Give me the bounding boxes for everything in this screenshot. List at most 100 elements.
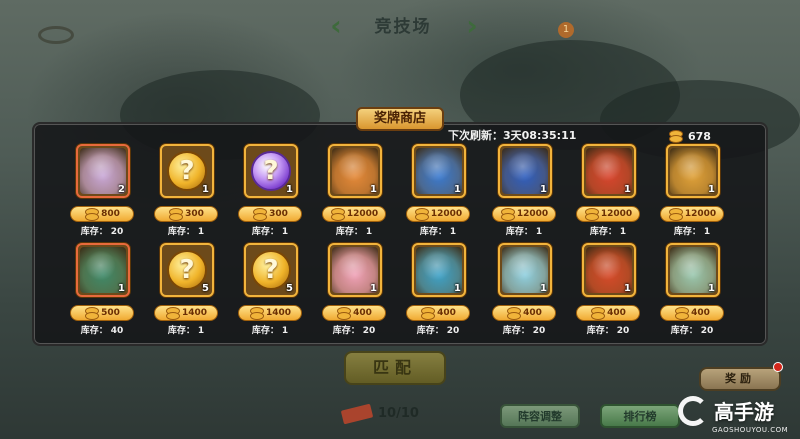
stock-count: 1 (449, 227, 457, 237)
shop-item[interactable]: 1 12000 库存： 1 (482, 144, 566, 240)
shop-item[interactable]: 1 12000 库存： 1 (396, 144, 480, 240)
item-price: 400 (691, 308, 710, 318)
stock-count: 1 (197, 326, 205, 336)
item-stock: 库存： 20 (566, 323, 650, 336)
item-price-button[interactable]: 400 (492, 305, 556, 321)
item-quantity: 5 (286, 283, 293, 294)
item-price: 12000 (600, 209, 633, 219)
medal-coin-icon (84, 208, 100, 221)
item-quantity: 1 (454, 184, 461, 195)
shop-item[interactable]: 1 400 库存： 20 (396, 243, 480, 339)
item-stock: 库存： 1 (144, 323, 228, 336)
refresh-timer: 下次刷新：3天08:35:11 (448, 128, 576, 144)
shop-item[interactable]: 1 400 库存： 20 (482, 243, 566, 339)
item-price-button[interactable]: 400 (660, 305, 724, 321)
medal-coin-icon (168, 208, 184, 221)
stock-count: 1 (197, 227, 205, 237)
refresh-label: 下次刷新： (448, 129, 503, 142)
item-quantity: 1 (624, 184, 631, 195)
medal-coin-icon (84, 307, 100, 320)
stock-count: 1 (619, 227, 627, 237)
stock-count: 20 (700, 326, 714, 336)
watermark: 高手游 GAOSHOUYOU.COM (676, 396, 800, 439)
shop-item[interactable]: 1 12000 库存： 1 (566, 144, 650, 240)
item-frame: ? 1 (244, 144, 298, 198)
ticket-icon (340, 403, 374, 424)
mystery-orb-icon: ? (251, 151, 291, 191)
item-price-button[interactable]: 12000 (576, 206, 640, 222)
watermark-url: GAOSHOUYOU.COM (712, 426, 789, 434)
shop-item[interactable]: 2 800 库存： 20 (60, 144, 144, 240)
notification-badge: 1 (558, 22, 574, 38)
item-quantity: 1 (370, 283, 377, 294)
item-price-button[interactable]: 12000 (322, 206, 386, 222)
gaoshouyou-logo-icon (678, 396, 708, 426)
medal-coin-icon (252, 208, 268, 221)
item-quantity: 1 (708, 283, 715, 294)
item-stock: 库存： 1 (566, 224, 650, 237)
cloud-emblem-icon (38, 26, 74, 44)
match-button[interactable]: 匹配 (344, 351, 446, 385)
stock-count: 1 (535, 227, 543, 237)
shop-item[interactable]: 1 12000 库存： 1 (650, 144, 734, 240)
item-frame: 1 (328, 144, 382, 198)
shop-item[interactable]: 1 400 库存： 20 (312, 243, 396, 339)
reward-button[interactable]: 奖励 (699, 367, 781, 391)
item-price-button[interactable]: 1400 (238, 305, 302, 321)
item-stock: 库存： 1 (228, 224, 312, 237)
item-quantity: 5 (202, 283, 209, 294)
item-stock: 库存： 1 (228, 323, 312, 336)
ranking-button[interactable]: 排行榜 (600, 404, 680, 428)
stock-label: 库存： (80, 227, 108, 237)
stock-count: 20 (446, 326, 460, 336)
item-quantity: 2 (118, 184, 125, 195)
medal-coin-icon (500, 208, 515, 221)
item-frame: ? 5 (160, 243, 214, 297)
item-stock: 库存： 20 (312, 323, 396, 336)
next-arrow-icon[interactable]: › (462, 10, 482, 42)
item-quantity: 1 (454, 283, 461, 294)
item-price-button[interactable]: 500 (70, 305, 134, 321)
shop-item[interactable]: 1 12000 库存： 1 (312, 144, 396, 240)
item-stock: 库存： 20 (650, 323, 734, 336)
shop-item[interactable]: 1 400 库存： 20 (650, 243, 734, 339)
stock-label: 库存： (419, 227, 447, 237)
stock-label: 库存： (335, 227, 363, 237)
item-price-button[interactable]: 400 (322, 305, 386, 321)
item-price-button[interactable]: 1400 (154, 305, 218, 321)
mystery-orb-icon: ? (167, 151, 207, 191)
item-price: 1400 (181, 308, 208, 318)
item-price: 12000 (684, 209, 717, 219)
stock-count: 1 (281, 326, 289, 336)
shop-item[interactable]: 1 500 库存： 40 (60, 243, 144, 339)
medal-coin-icon (336, 307, 352, 320)
shop-item[interactable]: ? 1 300 库存： 1 (228, 144, 312, 240)
stock-label: 库存： (673, 227, 701, 237)
shop-item[interactable]: ? 5 1400 库存： 1 (228, 243, 312, 339)
refresh-time: 3天08:35:11 (503, 129, 577, 142)
item-price-button[interactable]: 800 (70, 206, 134, 222)
item-frame: 1 (328, 243, 382, 297)
item-price-button[interactable]: 400 (576, 305, 640, 321)
shop-item[interactable]: ? 5 1400 库存： 1 (144, 243, 228, 339)
medal-coin-icon (668, 208, 683, 221)
medal-coin-icon (674, 307, 690, 320)
stock-label: 库存： (167, 227, 195, 237)
item-quantity: 1 (624, 283, 631, 294)
item-price-button[interactable]: 12000 (406, 206, 470, 222)
stock-label: 库存： (80, 326, 108, 336)
item-frame: 1 (582, 243, 636, 297)
reward-alert-dot (773, 362, 783, 372)
item-price-button[interactable]: 400 (406, 305, 470, 321)
item-price-button[interactable]: 300 (238, 206, 302, 222)
medal-coin-icon (330, 208, 345, 221)
item-quantity: 1 (118, 283, 125, 294)
item-quantity: 1 (540, 283, 547, 294)
watermark-name: 高手游 (714, 400, 774, 424)
shop-item[interactable]: 1 400 库存： 20 (566, 243, 650, 339)
item-price-button[interactable]: 12000 (660, 206, 724, 222)
item-price-button[interactable]: 300 (154, 206, 218, 222)
shop-item[interactable]: ? 1 300 库存： 1 (144, 144, 228, 240)
lineup-button[interactable]: 阵容调整 (500, 404, 580, 428)
item-price-button[interactable]: 12000 (492, 206, 556, 222)
